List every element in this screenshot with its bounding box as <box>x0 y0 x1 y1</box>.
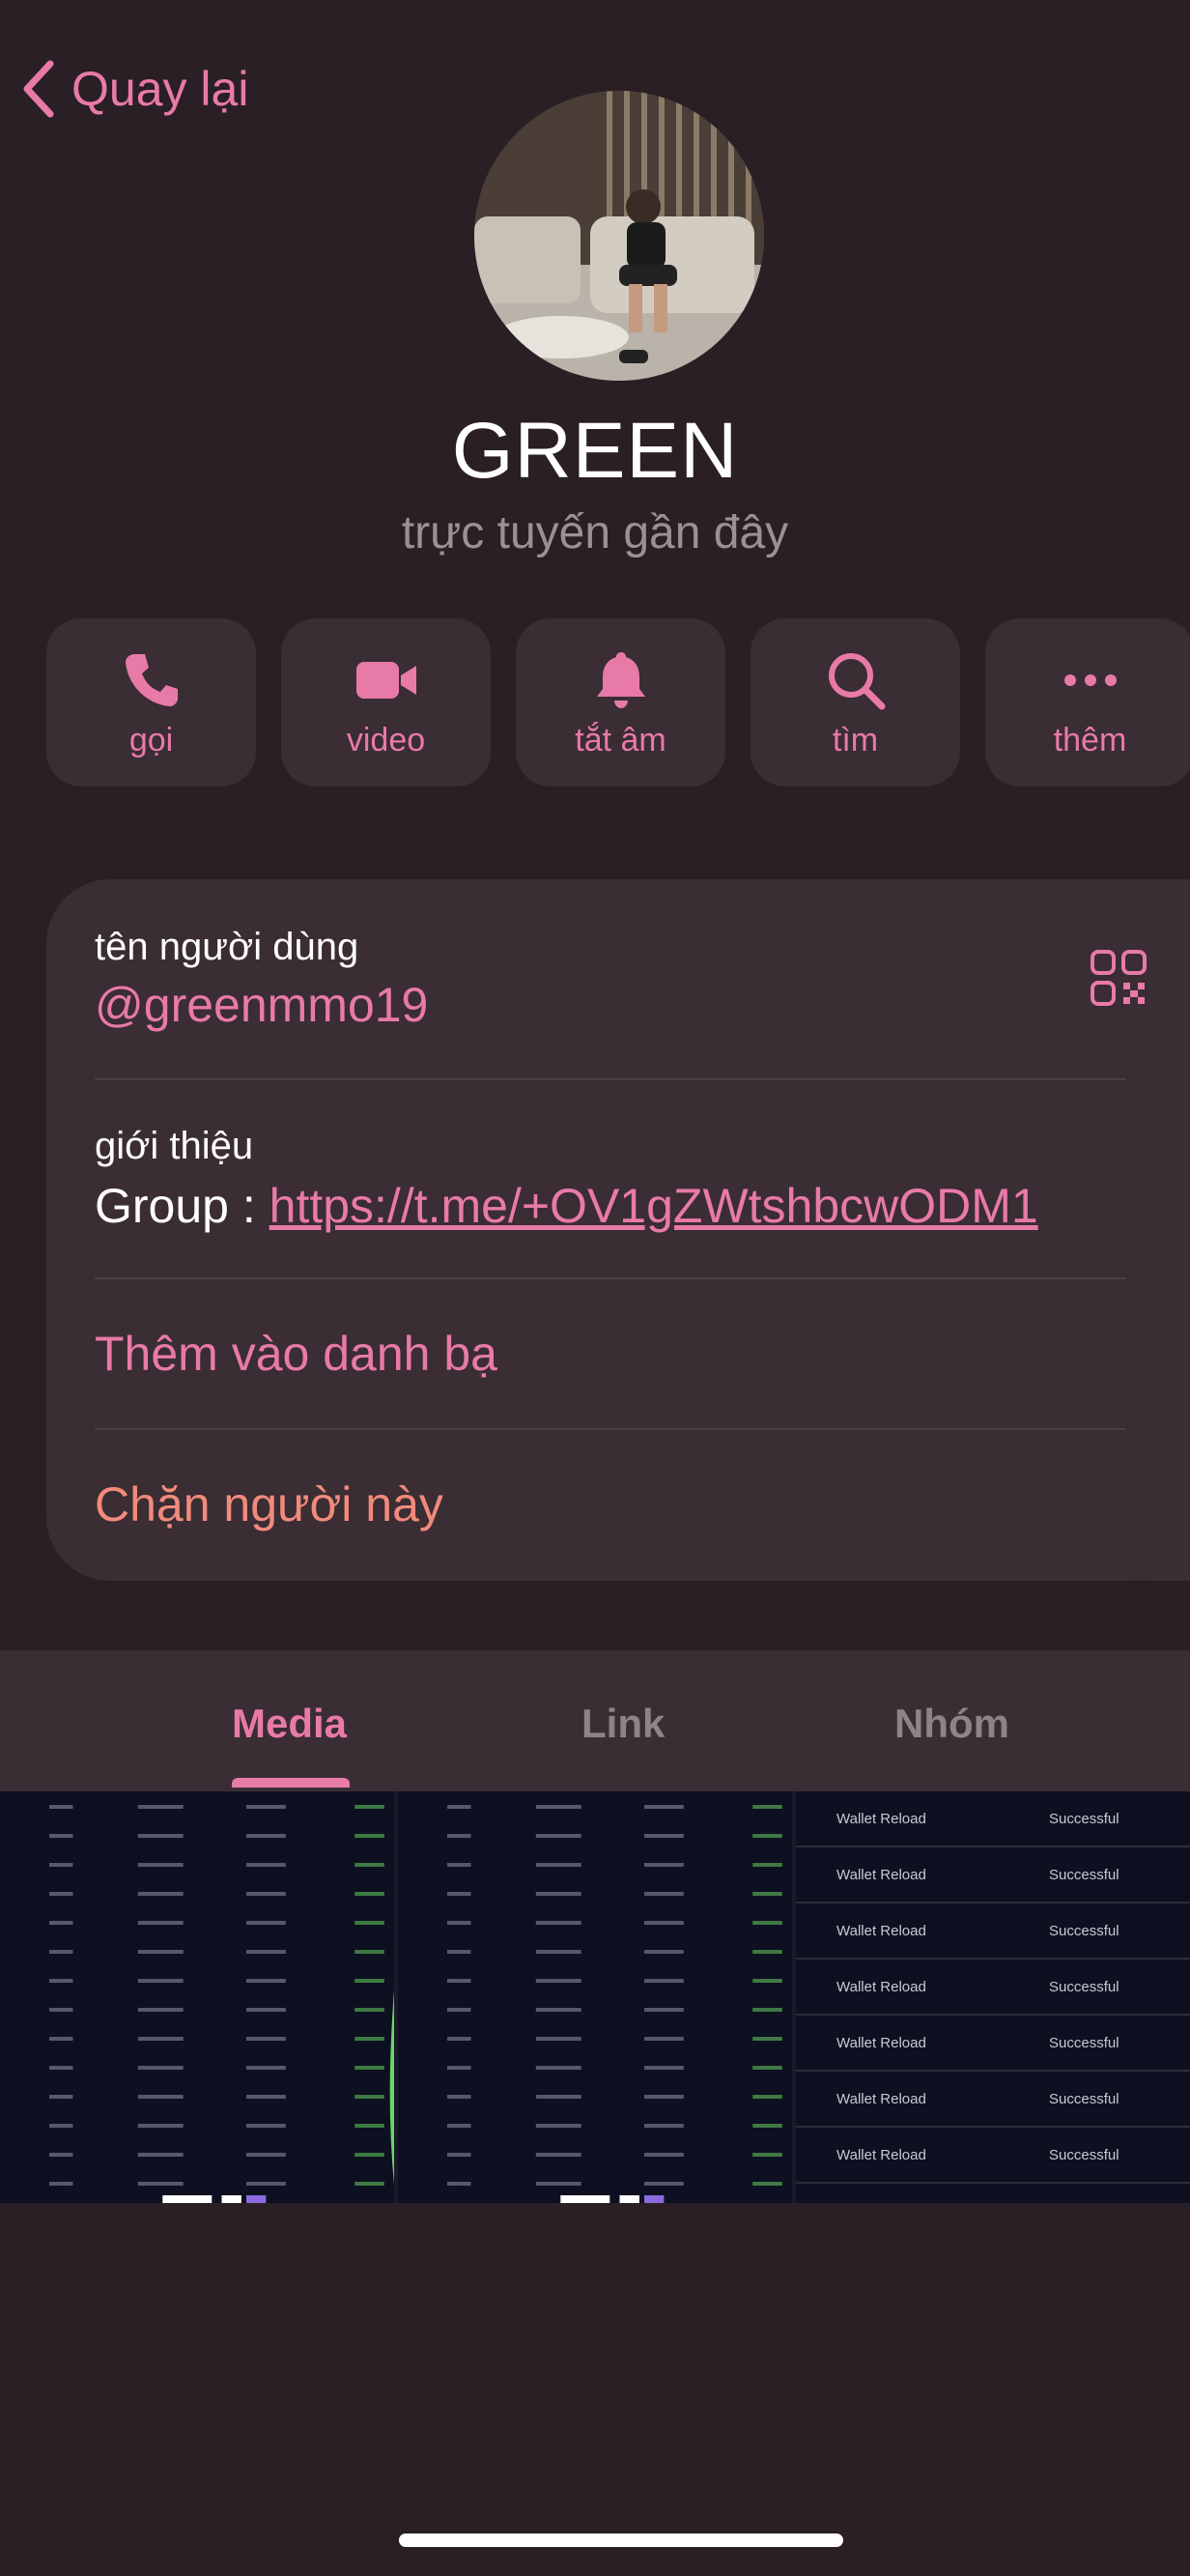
info-card: tên người dùng @greenmmo19 giới thiệu Gr… <box>46 879 1190 1581</box>
list-item: Wallet Reload Successful <box>796 1903 1190 1960</box>
more-button[interactable]: thêm <box>985 618 1190 787</box>
divider <box>95 1277 1148 1279</box>
username-section[interactable]: tên người dùng @greenmmo19 <box>95 926 1142 1033</box>
more-dots-icon <box>1063 673 1117 686</box>
profile-status: trực tuyến gần đây <box>401 507 789 558</box>
list-item: Wallet Reload Successful <box>796 1791 1190 1847</box>
bio-link[interactable]: https://t.me/+OV1gZWtshbcwODM1 <box>269 1179 1038 1233</box>
bio-label: giới thiệu <box>95 1125 254 1167</box>
row-status: Successful <box>1049 1866 1119 1883</box>
call-label: gọi <box>128 721 174 758</box>
row-type: Wallet Reload <box>836 1922 926 1939</box>
active-tab-indicator <box>232 1778 350 1788</box>
row-status: Successful <box>1049 1978 1119 1995</box>
back-label: Quay lại <box>71 62 249 116</box>
profile-name: GREEN <box>451 407 739 495</box>
search-icon <box>828 652 885 709</box>
row-type: Wallet Reload <box>836 1866 926 1883</box>
media-thumbnail[interactable]: Wallet Reload Successful Wallet Reload Suc… <box>796 1791 1190 2203</box>
media-thumbnail[interactable] <box>398 1791 792 2203</box>
mute-label: tắt âm <box>575 721 666 758</box>
media-thumbnail[interactable] <box>0 1791 394 2203</box>
username-value[interactable]: @greenmmo19 <box>95 977 1142 1033</box>
transaction-screenshot <box>0 1791 394 2203</box>
video-button[interactable]: video <box>281 618 491 787</box>
username-label: tên người dùng <box>95 926 359 968</box>
mute-button[interactable]: tắt âm <box>516 618 725 787</box>
call-button[interactable]: gọi <box>46 618 256 787</box>
list-item: Wallet Reload Successful <box>796 1847 1190 1903</box>
avatar-photo <box>474 91 764 381</box>
video-camera-icon <box>355 661 416 699</box>
qr-code-icon[interactable] <box>1090 949 1148 1007</box>
avatar[interactable] <box>474 91 764 381</box>
list-item: Wallet Reload Successful <box>796 2128 1190 2184</box>
chevron-left-icon <box>23 60 54 118</box>
row-status: Successful <box>1049 2034 1119 2051</box>
row-status: Successful <box>1049 2090 1119 2107</box>
row-type: Wallet Reload <box>836 2034 926 2051</box>
row-status: Successful <box>1049 1922 1119 1939</box>
back-button[interactable]: Quay lại <box>19 58 248 120</box>
media-grid: Wallet Reload Successful Wallet Reload Suc… <box>0 1791 1190 2203</box>
divider <box>95 1078 1148 1080</box>
bell-icon <box>596 651 645 708</box>
video-label: video <box>346 721 426 758</box>
bio-prefix: Group : <box>95 1179 269 1233</box>
add-contact-button[interactable]: Thêm vào danh bạ <box>95 1326 1142 1382</box>
list-item: Wallet Reload Successful <box>796 2072 1190 2128</box>
phone-icon <box>125 653 178 706</box>
search-button[interactable]: tìm <box>751 618 960 787</box>
row-type: Wallet Reload <box>836 2090 926 2107</box>
row-status: Successful <box>1049 1810 1119 1827</box>
home-indicator[interactable] <box>399 2533 843 2547</box>
list-item: Wallet Reload Successful <box>796 2016 1190 2072</box>
row-type: Wallet Reload <box>836 2146 926 2163</box>
media-tabs: Media Link Nhóm <box>0 1650 1190 1791</box>
transaction-screenshot <box>398 1791 792 2203</box>
bio-text: Group : https://t.me/+OV1gZWtshbcwODM1 <box>95 1178 1142 1234</box>
divider <box>95 1428 1148 1430</box>
action-bar: gọi video tắt âm tìm thêm <box>46 618 1190 787</box>
tab-media[interactable]: Media <box>232 1701 347 1747</box>
row-type: Wallet Reload <box>836 1810 926 1827</box>
list-item: Wallet Reload Successful <box>796 1960 1190 2016</box>
row-status: Successful <box>1049 2146 1119 2163</box>
more-label: thêm <box>1053 721 1127 758</box>
tab-link[interactable]: Link <box>581 1701 665 1747</box>
tab-groups[interactable]: Nhóm <box>894 1701 1009 1747</box>
row-type: Wallet Reload <box>836 1978 926 1995</box>
bio-section: giới thiệu Group : https://t.me/+OV1gZWt… <box>95 1125 1142 1234</box>
block-user-button[interactable]: Chặn người này <box>95 1476 1142 1532</box>
wallet-list: Wallet Reload Successful Wallet Reload Suc… <box>796 1791 1190 2203</box>
search-label: tìm <box>832 721 879 758</box>
